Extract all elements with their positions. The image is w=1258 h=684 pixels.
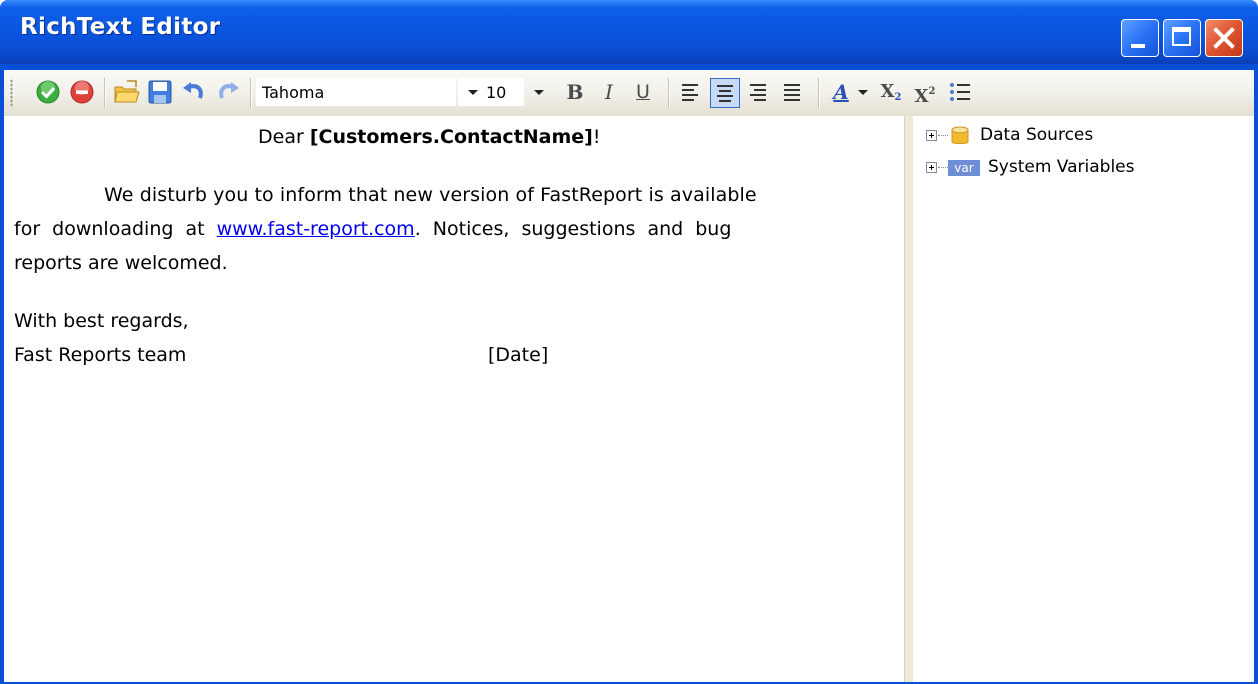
justify-button[interactable]: [778, 78, 808, 108]
paragraph-line-2: for downloading at www.fast-report.com. …: [14, 218, 731, 240]
underline-button[interactable]: U: [628, 78, 658, 106]
rich-text-editor[interactable]: Dear [Customers.ContactName]! We disturb…: [4, 116, 904, 682]
contact-name-field: [Customers.ContactName]: [309, 126, 593, 148]
tree-node-label: System Variables: [988, 157, 1135, 177]
toolbar: Tahoma 10 B I U A X2 X2: [4, 70, 1254, 116]
superscript-label: X: [914, 86, 929, 107]
subscript-label: X: [880, 81, 895, 102]
website-link[interactable]: www.fast-report.com: [217, 218, 415, 240]
expand-icon[interactable]: [926, 130, 937, 141]
minimize-button[interactable]: [1121, 19, 1159, 57]
close-icon: [1213, 27, 1235, 49]
toolbar-separator: [104, 78, 106, 108]
superscript-button[interactable]: X2: [910, 78, 940, 107]
chevron-down-icon: [534, 90, 544, 95]
paragraph-line-1: We disturb you to inform that new versio…: [104, 184, 757, 206]
redo-icon[interactable]: [214, 78, 242, 106]
align-center-button[interactable]: [710, 78, 740, 108]
expand-icon[interactable]: [926, 162, 937, 173]
subscript-digit: 2: [894, 92, 902, 103]
minimize-icon: [1131, 44, 1145, 48]
font-size-value: 10: [486, 83, 507, 102]
paragraph-line-3: reports are welcomed.: [14, 252, 228, 274]
panel-splitter[interactable]: [904, 116, 914, 682]
closing-line: With best regards,: [14, 310, 189, 332]
paragraph-line-2-suffix: . Notices, suggestions and bug: [414, 218, 732, 240]
align-right-button[interactable]: [744, 78, 774, 108]
font-name-value: Tahoma: [262, 83, 325, 102]
signature-line: Fast Reports team: [14, 344, 187, 366]
close-button[interactable]: [1205, 19, 1243, 57]
save-icon[interactable]: [146, 78, 174, 106]
data-tree: Data Sources var System Variables: [914, 116, 1254, 682]
greeting-line: Dear [Customers.ContactName]!: [258, 126, 601, 148]
maximize-button[interactable]: [1163, 19, 1201, 57]
bullet-list-icon[interactable]: [946, 78, 974, 106]
tree-connector: [938, 167, 948, 168]
undo-icon[interactable]: [180, 78, 208, 106]
tree-node-system-variables[interactable]: var System Variables: [926, 156, 1246, 182]
ok-icon[interactable]: [34, 78, 62, 106]
font-color-dropdown[interactable]: [856, 78, 870, 106]
toolbar-separator: [818, 78, 820, 108]
title-bar[interactable]: RichText Editor: [0, 0, 1258, 64]
align-left-button[interactable]: [676, 78, 706, 108]
cancel-icon[interactable]: [68, 78, 96, 106]
font-size-combo[interactable]: 10: [462, 78, 544, 106]
toolbar-separator: [250, 78, 252, 108]
tree-connector: [938, 135, 948, 136]
tree-node-data-sources[interactable]: Data Sources: [926, 124, 1246, 150]
font-name-combo[interactable]: Tahoma: [256, 78, 456, 106]
richtext-editor-window: RichText Editor Tahoma 10 B I U A X2 X2 …: [0, 0, 1258, 684]
subscript-button[interactable]: X2: [876, 78, 906, 106]
var-icon: var: [948, 160, 980, 176]
open-folder-icon[interactable]: [112, 78, 140, 106]
maximize-icon: [1172, 27, 1191, 46]
tree-node-label: Data Sources: [980, 125, 1094, 145]
greeting-suffix: !: [592, 126, 601, 148]
superscript-digit: 2: [928, 86, 936, 97]
paragraph-line-2-prefix: for downloading at: [14, 218, 217, 240]
chevron-down-icon: [858, 90, 868, 95]
font-color-button[interactable]: A: [826, 78, 856, 106]
toolbar-separator: [668, 78, 670, 108]
window-title: RichText Editor: [20, 14, 221, 40]
italic-button[interactable]: I: [594, 78, 624, 106]
date-field: [Date]: [488, 344, 549, 366]
toolbar-grip[interactable]: [10, 79, 13, 107]
bold-button[interactable]: B: [560, 78, 590, 106]
database-icon: [951, 126, 969, 144]
greeting-prefix: Dear: [258, 126, 310, 148]
